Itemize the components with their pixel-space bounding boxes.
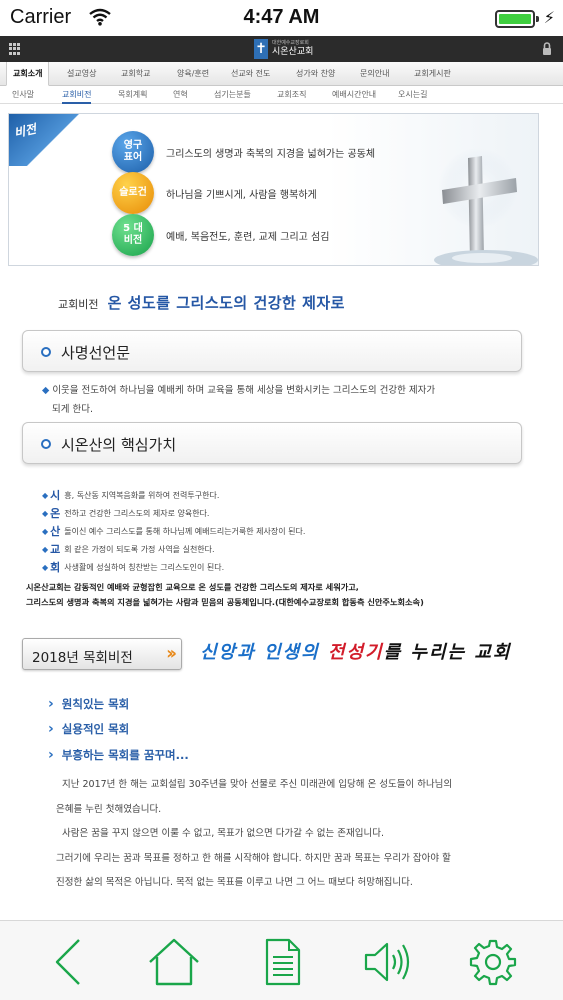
chevron-right-icon: › bbox=[48, 696, 54, 712]
document-button[interactable] bbox=[256, 935, 310, 989]
summary-line1: 시온산교회는 감동적인 예배와 균형잡힌 교육으로 온 성도를 건강한 그리스도… bbox=[26, 582, 359, 592]
submenu-item-plan[interactable]: 목회계획 bbox=[118, 89, 147, 100]
back-icon bbox=[55, 939, 80, 985]
vision-banner: 비전 영구 표어 그리스도의 생명과 축복의 지경을 넓혀가는 공동체 슬로건 … bbox=[8, 113, 539, 266]
vision-corner-tab: 비전 bbox=[9, 114, 83, 166]
logo-title: 시온산교회 bbox=[272, 47, 314, 57]
audio-button[interactable] bbox=[360, 935, 414, 989]
mission-text-line1: 이웃을 전도하여 하나님을 예배케 하며 교육을 통해 세상을 변화시키는 그리… bbox=[52, 385, 436, 396]
site-header: ✝ 대한예수교장로회 시온산교회 bbox=[0, 36, 563, 62]
church-logo[interactable]: ✝ 대한예수교장로회 시온산교회 bbox=[254, 39, 313, 59]
vision-paragraph: 지난 2017년 한 해는 교회설립 30주년을 맞아 선물로 주신 미래관에 … bbox=[62, 779, 453, 790]
chevron-right-icon: › bbox=[48, 747, 54, 763]
link-practical-ministry[interactable]: › 실용적인 목회 bbox=[48, 721, 129, 737]
settings-icon bbox=[469, 939, 517, 986]
link-revival-ministry[interactable]: › 부흥하는 목회를 꿈꾸며... bbox=[48, 747, 189, 763]
menu-item-training[interactable]: 양육/훈련 bbox=[177, 68, 209, 79]
status-bar: Carrier 4:47 AM ⚡ bbox=[0, 0, 563, 36]
home-icon bbox=[149, 938, 199, 986]
bullet-icon: ◆ bbox=[42, 508, 49, 518]
core-value-item: ◆ 교 회 같은 가정이 되도록 가정 사역을 실천한다. bbox=[42, 543, 215, 556]
slogan-text: 하나님을 기쁘시게, 사람을 행복하게 bbox=[166, 189, 317, 201]
core-value-item: ◆ 온 전하고 건강한 그리스도의 제자로 양육한다. bbox=[42, 507, 210, 520]
core-values-heading: 시온산의 핵심가치 bbox=[61, 436, 177, 454]
submenu-item-organization[interactable]: 교회조직 bbox=[277, 89, 306, 100]
church-summary: 시온산교회는 감동적인 예배와 균형잡힌 교육으로 온 성도를 건강한 그리스도… bbox=[26, 580, 546, 610]
apps-grid-icon[interactable] bbox=[9, 43, 21, 55]
battery-icon bbox=[495, 10, 539, 28]
menu-item-board[interactable]: 교회게시판 bbox=[414, 68, 451, 79]
submenu-item-service-times[interactable]: 예배시간안내 bbox=[332, 89, 376, 100]
menu-item-mission[interactable]: 선교와 전도 bbox=[231, 68, 270, 79]
five-visions-badge: 5 대 비전 bbox=[112, 214, 154, 256]
submenu-item-directions[interactable]: 오시는길 bbox=[398, 89, 427, 100]
cross-logo-icon: ✝ bbox=[254, 39, 268, 59]
bullet-icon: ◆ bbox=[42, 490, 49, 500]
page-title-tag: 교회비전 bbox=[58, 298, 99, 311]
document-icon bbox=[265, 938, 301, 986]
home-button[interactable] bbox=[147, 935, 201, 989]
core-value-item: ◆ 회 사생활에 성실하여 칭찬받는 그리스도인이 된다. bbox=[42, 561, 225, 574]
lock-icon[interactable] bbox=[542, 41, 552, 56]
back-button[interactable] bbox=[42, 935, 96, 989]
vision-paragraph: 진정한 삶의 목적은 아닙니다. 목적 없는 목표를 이루고 나면 그 어느 때… bbox=[56, 877, 413, 888]
mission-text: ◆ 이웃을 전도하여 하나님을 예배케 하며 교육을 통해 세상을 변화시키는 그… bbox=[42, 381, 530, 419]
mission-heading: 사명선언문 bbox=[61, 344, 131, 362]
bottom-toolbar bbox=[0, 920, 563, 1000]
core-values-heading-box: 시온산의 핵심가치 bbox=[22, 422, 522, 464]
vision-corner-label: 비전 bbox=[12, 121, 38, 141]
vision-paragraph: 은혜를 누린 첫해였습니다. bbox=[56, 804, 162, 815]
sub-menu: 인사말 교회비전 목회계획 연혁 섬기는분들 교회조직 예배시간안내 오시는길 bbox=[0, 86, 563, 104]
bullet-icon: ◆ bbox=[42, 562, 49, 572]
double-chevron-right-icon: ›› bbox=[166, 643, 177, 664]
five-visions-text: 예배, 복음전도, 훈련, 교제 그리고 섬김 bbox=[166, 231, 330, 243]
core-value-item: ◆ 산 돌이신 예수 그리스도를 통해 하나님께 예배드리는거룩한 제사장이 된다. bbox=[42, 525, 306, 538]
vision-row-motto: 영구 표어 그리스도의 생명과 축복의 지경을 넓혀가는 공동체 bbox=[112, 131, 375, 173]
submenu-item-history[interactable]: 연혁 bbox=[173, 89, 188, 100]
motto-badge: 영구 표어 bbox=[112, 131, 154, 173]
mission-text-line2: 되게 한다. bbox=[52, 404, 93, 415]
bullet-icon: ◆ bbox=[42, 385, 50, 396]
slogan-part2: 전성기 bbox=[327, 642, 384, 663]
menu-item-church-school[interactable]: 교회학교 bbox=[121, 68, 150, 79]
summary-line2: 그리스도의 생명과 축복의 지경을 넓혀가는 사람과 믿음의 공동체입니다.(대… bbox=[26, 597, 424, 607]
clock-time: 4:47 AM bbox=[243, 6, 320, 28]
slogan-part1: 신앙과 인생의 bbox=[200, 642, 328, 663]
link-principled-ministry[interactable]: › 원칙있는 목회 bbox=[48, 696, 129, 712]
vision-2018-button[interactable]: 2018년 목회비전 ›› bbox=[22, 638, 182, 670]
settings-button[interactable] bbox=[466, 935, 520, 989]
vision-row-five-visions: 5 대 비전 예배, 복음전도, 훈련, 교제 그리고 섬김 bbox=[112, 214, 329, 256]
slogan-part3: 를 누리는 교회 bbox=[383, 642, 512, 663]
charging-icon: ⚡ bbox=[543, 8, 555, 27]
bullet-icon bbox=[41, 347, 51, 357]
submenu-item-vision[interactable]: 교회비전 bbox=[62, 89, 92, 104]
chevron-right-icon: › bbox=[48, 721, 54, 737]
core-values-list: ◆ 시 흥, 독산동 지역복음화를 위하여 전력투구한다. ◆ 온 전하고 건강한 그리… bbox=[42, 486, 522, 576]
menu-item-church-intro[interactable]: 교회소개 bbox=[6, 62, 50, 86]
vision-paragraph: 그러기에 우리는 꿈과 목표를 정하고 한 해를 시작해야 합니다. 하지만 꿈… bbox=[56, 853, 451, 864]
menu-item-inquiry[interactable]: 문의안내 bbox=[360, 68, 389, 79]
submenu-item-staff[interactable]: 섬기는분들 bbox=[214, 89, 251, 100]
vision-2018-label: 2018년 목회비전 bbox=[32, 650, 133, 666]
page-title-headline: 온 성도를 그리스도의 건강한 제자로 bbox=[107, 294, 345, 312]
vision-paragraph: 사람은 꿈을 꾸지 않으면 이룰 수 없고, 목표가 없으면 다가갈 수 없는 … bbox=[62, 828, 384, 839]
bullet-icon: ◆ bbox=[42, 544, 49, 554]
menu-item-sermon-video[interactable]: 설교영상 bbox=[67, 68, 96, 79]
mission-heading-box: 사명선언문 bbox=[22, 330, 522, 372]
bullet-icon bbox=[41, 439, 51, 449]
core-value-item: ◆ 시 흥, 독산동 지역복음화를 위하여 전력투구한다. bbox=[42, 489, 220, 502]
speaker-icon bbox=[364, 942, 410, 982]
vision-row-slogan: 슬로건 하나님을 기쁘시게, 사람을 행복하게 bbox=[112, 172, 317, 214]
bullet-icon: ◆ bbox=[42, 526, 49, 536]
slogan-badge: 슬로건 bbox=[112, 172, 154, 214]
menu-item-praise[interactable]: 성가와 찬양 bbox=[296, 68, 335, 79]
motto-text: 그리스도의 생명과 축복의 지경을 넓혀가는 공동체 bbox=[166, 148, 376, 160]
logo-subtitle: 대한예수교장로회 bbox=[272, 40, 309, 46]
page-title: 교회비전 온 성도를 그리스도의 건강한 제자로 bbox=[58, 292, 345, 313]
submenu-item-greeting[interactable]: 인사말 bbox=[12, 89, 34, 100]
main-menu: 교회소개 설교영상 교회학교 양육/훈련 선교와 전도 성가와 찬양 문의안내 … bbox=[0, 62, 563, 86]
vision-2018-slogan: 신앙과 인생의 전성기를 누리는 교회 bbox=[200, 638, 512, 664]
cross-illustration-icon bbox=[434, 148, 538, 265]
